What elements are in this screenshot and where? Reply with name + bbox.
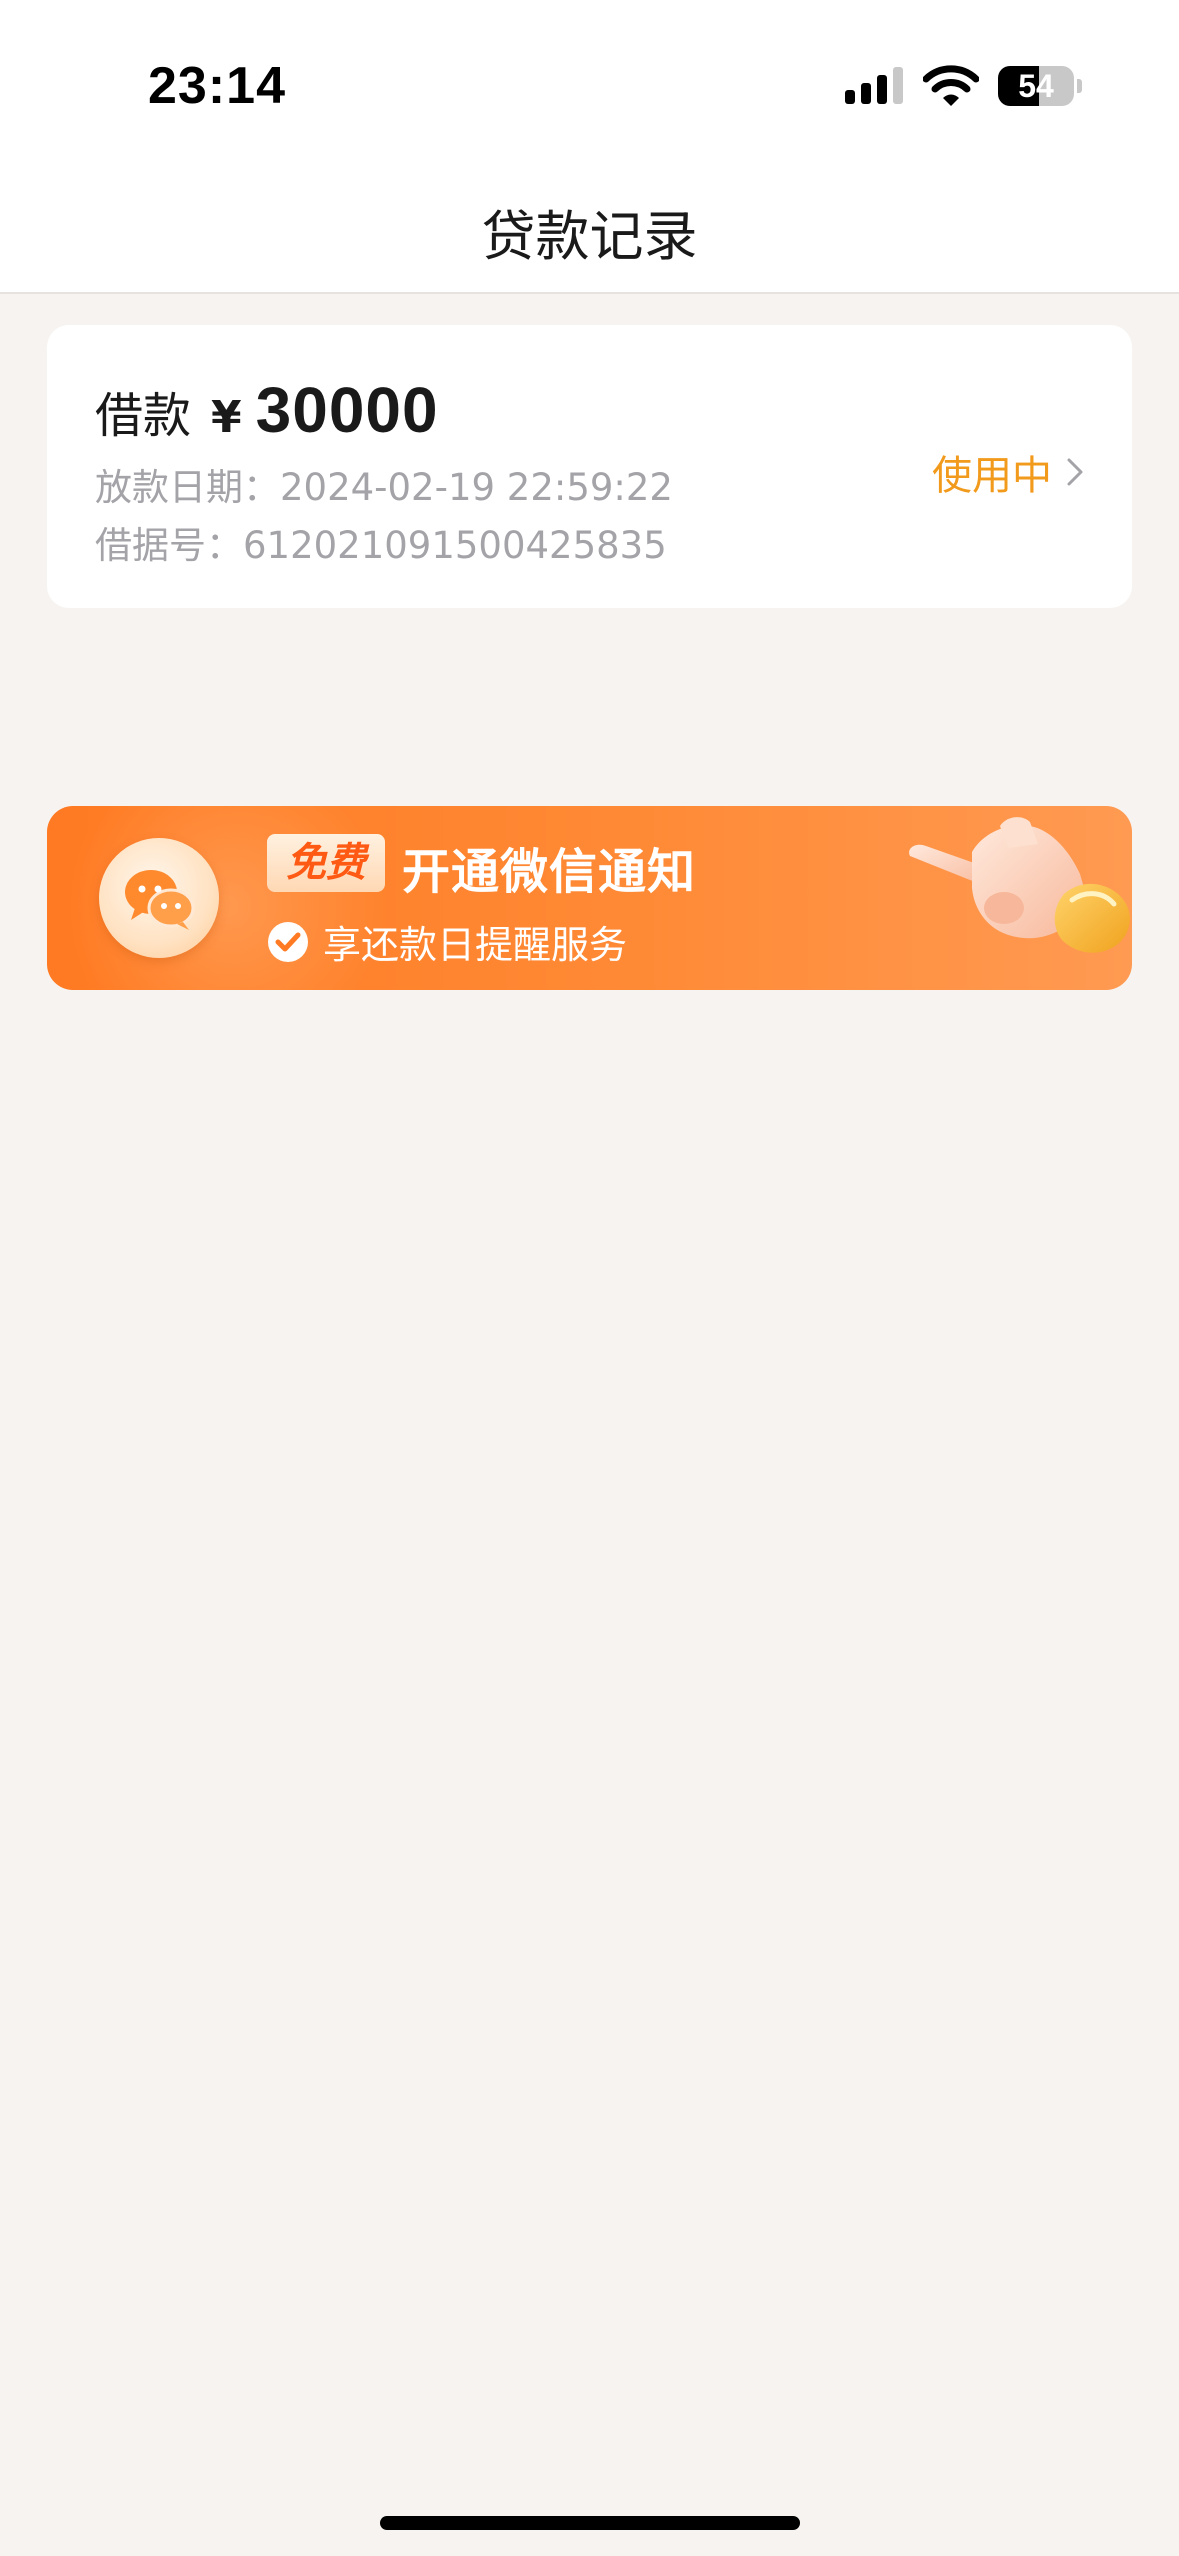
loan-heading: 借款 ¥ 30000 <box>95 373 439 453</box>
signal-icon <box>845 67 903 104</box>
banner-subtitle: 享还款日提醒服务 <box>323 923 628 967</box>
battery-cap <box>1077 79 1082 93</box>
wechat-badge <box>99 838 219 958</box>
banner-title: 开通微信通知 <box>402 844 697 900</box>
currency-symbol: ¥ <box>211 392 242 443</box>
battery-body: 54 <box>998 66 1074 106</box>
loan-receipt-number: 借据号：612021091500425835 <box>95 524 667 567</box>
wechat-icon <box>125 870 195 930</box>
loan-record-card[interactable]: 借款 ¥ 30000 放款日期：2024-02-19 22:59:22 借据号：… <box>47 325 1132 608</box>
loan-date: 放款日期：2024-02-19 22:59:22 <box>95 466 673 509</box>
pointing-hand-icon <box>909 817 1130 953</box>
check-circle-icon <box>268 921 308 962</box>
page-title: 贷款记录 <box>481 205 698 268</box>
wechat-notification-banner[interactable]: 免费 开通微信通知 享还款日提醒服务 <box>47 806 1132 990</box>
battery-icon: 54 <box>998 66 1082 106</box>
loan-status-link[interactable]: 使用中 <box>932 443 1084 501</box>
loan-amount: 30000 <box>255 374 439 446</box>
status-bar: 23:14 54 <box>0 0 1179 170</box>
nav-bar: 贷款记录 <box>0 170 1179 294</box>
loan-label: 借款 <box>95 388 192 444</box>
home-indicator[interactable] <box>380 2516 800 2530</box>
chevron-right-icon <box>1067 458 1083 486</box>
banner-subtitle-row: 享还款日提醒服务 <box>267 914 627 969</box>
status-time: 23:14 <box>148 57 286 115</box>
loan-status-label: 使用中 <box>932 453 1052 499</box>
free-badge: 免费 <box>267 834 385 892</box>
battery-level: 54 <box>1018 68 1054 104</box>
wifi-icon <box>923 65 979 106</box>
